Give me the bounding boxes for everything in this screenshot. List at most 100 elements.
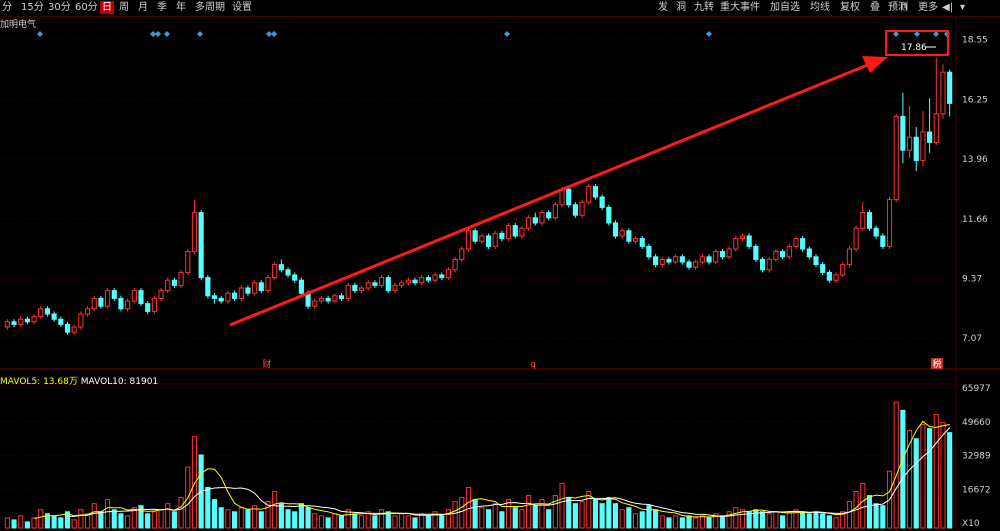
toolbar-right-item-6[interactable]: 复权 (838, 1, 862, 14)
period-tab-6[interactable]: 月 (136, 1, 150, 14)
candle-body (913, 136, 919, 162)
candle-body (218, 297, 224, 302)
candle-body (780, 251, 786, 258)
stock-name-label: 加明电气 (0, 20, 37, 30)
signal-diamond-icon (197, 31, 203, 37)
candle-body (118, 297, 124, 310)
volume-bar (572, 503, 578, 529)
candle-body (699, 256, 705, 263)
kline-chart[interactable]: 18.55 16.25 13.96 11.66 9.37 7.07 65977 49660 32… (0, 0, 1000, 531)
volume-bar (820, 513, 826, 529)
candle-body (64, 323, 71, 333)
volume-bar (706, 517, 712, 529)
candle-body (84, 308, 91, 315)
candle-body (606, 206, 612, 224)
candle-body (893, 115, 899, 201)
candle-body (900, 115, 906, 151)
candle-body (485, 235, 492, 247)
candle-body (532, 217, 538, 224)
candle-body (4, 321, 10, 328)
mavol-legend: MAVOL5: 13.68万 MAVOL10: 81901 (0, 374, 158, 387)
candle-body (125, 300, 131, 310)
candle-body (345, 284, 351, 299)
period-tab-4[interactable]: 日 (100, 1, 114, 14)
toolbar-right-item-2[interactable]: 九转 (692, 1, 716, 14)
event-marker[interactable]: 税 (932, 358, 941, 370)
candle-body (18, 318, 24, 325)
period-tab-10[interactable]: 设置 (230, 1, 254, 14)
candle-body (325, 297, 331, 302)
lock-icon[interactable]: ⊓ (898, 1, 910, 14)
period-tab-5[interactable]: 周 (117, 1, 131, 14)
candle-body (465, 230, 472, 250)
volume-bar (71, 519, 77, 529)
candle-body (312, 300, 318, 307)
candle-body (198, 212, 204, 279)
volume-bar (258, 511, 264, 529)
volume-bar (846, 501, 852, 529)
toolbar-right-item-0[interactable]: 发 (656, 1, 670, 14)
period-tab-9[interactable]: 多周期 (193, 1, 227, 14)
candle-body (258, 282, 264, 292)
volume-bar (84, 513, 91, 529)
candle-body (840, 264, 846, 276)
period-tab-8[interactable]: 年 (174, 1, 188, 14)
volume-bar (880, 505, 886, 529)
candle-body (853, 227, 859, 250)
volume-bar (472, 499, 478, 529)
volume-bar (800, 511, 806, 529)
candle-body (318, 297, 325, 302)
toolbar-right-item-5[interactable]: 均线 (808, 1, 832, 14)
volume-bar (452, 501, 458, 529)
panel-toggle-icon[interactable]: ◀| (940, 1, 955, 14)
max-price-label: 17.86 (901, 43, 927, 53)
candle-body (686, 261, 692, 268)
toolbar-right-item-4[interactable]: 加自选 (768, 1, 802, 14)
chevron-down-icon[interactable]: ▾ (958, 1, 967, 14)
candle-body (512, 225, 518, 237)
volume-bar (780, 515, 786, 529)
candle-body (632, 238, 639, 242)
candle-body (379, 277, 385, 286)
volume-bar (332, 513, 338, 529)
price-tick-label: 13.96 (962, 155, 988, 165)
candle-body (412, 279, 418, 284)
candle-body (158, 290, 164, 299)
period-tab-2[interactable]: 30分 (46, 1, 73, 14)
candle-body (238, 287, 244, 299)
candle-body (572, 204, 578, 216)
volume-bar (278, 503, 284, 529)
candle-body (58, 318, 64, 325)
period-tab-3[interactable]: 60分 (73, 1, 100, 14)
volume-bar (272, 490, 278, 529)
toolbar-right-item-9[interactable]: 更多 (916, 1, 940, 14)
volume-bar (619, 509, 625, 529)
volume-bar (392, 515, 398, 529)
volume-bar (927, 428, 933, 529)
volume-bar (38, 509, 44, 529)
event-marker[interactable]: q (530, 360, 536, 370)
candle-body (519, 227, 525, 237)
signal-diamond-icon (504, 31, 510, 37)
toolbar-right-item-3[interactable]: 重大事件 (718, 1, 762, 14)
period-tab-7[interactable]: 季 (155, 1, 169, 14)
period-tab-1[interactable]: 15分 (19, 1, 46, 14)
volume-bar (699, 515, 705, 529)
volume-bar (586, 490, 592, 529)
candle-body (11, 321, 17, 325)
event-marker[interactable]: 财 (262, 358, 271, 370)
toolbar-right-item-1[interactable]: 洞 (674, 1, 688, 14)
period-tab-0[interactable]: 分 (0, 1, 14, 14)
candle-body (746, 235, 752, 247)
candle-body (298, 279, 304, 294)
volume-tick-label: 65977 (962, 384, 991, 394)
volume-bar (606, 497, 612, 529)
volume-bar (559, 482, 565, 529)
candle-body (706, 256, 712, 263)
candle-body (820, 264, 826, 273)
volume-bar (673, 515, 679, 529)
toolbar-right-item-7[interactable]: 叠 (868, 1, 882, 14)
candle-body (806, 248, 812, 258)
candle-body (880, 235, 886, 247)
volume-bar (171, 511, 177, 529)
